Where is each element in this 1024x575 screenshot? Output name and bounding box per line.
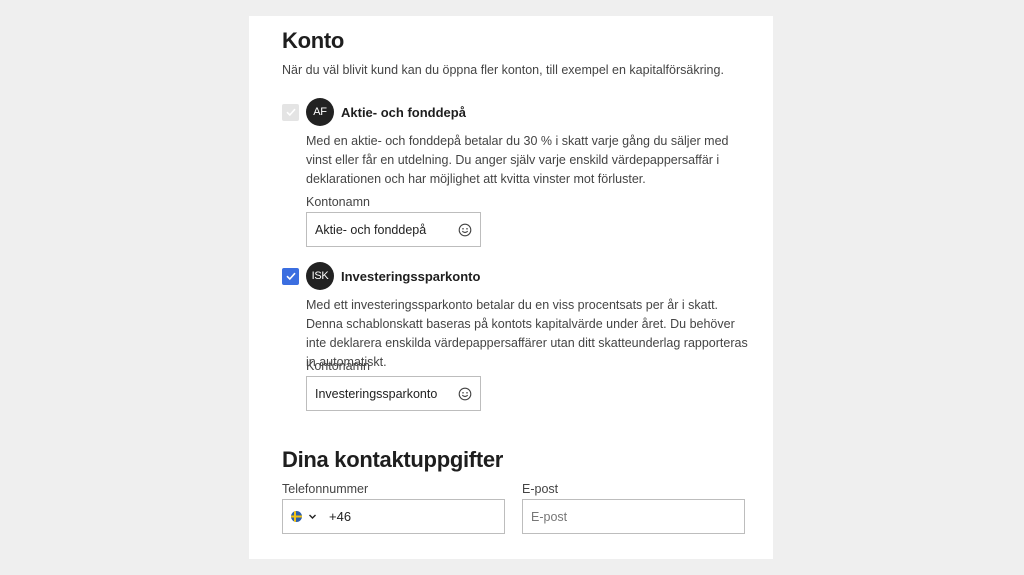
- account-name: Aktie- och fonddepå: [341, 104, 466, 120]
- check-icon: [285, 272, 296, 281]
- chevron-down-icon[interactable]: [308, 512, 317, 521]
- konto-intro: När du väl blivit kund kan du öppna fler…: [282, 63, 724, 77]
- account-badge-af: AF: [306, 98, 334, 126]
- emoji-icon[interactable]: [458, 223, 472, 237]
- account-name-field-label: Kontonamn: [306, 359, 370, 373]
- account-name-input-value: Investeringssparkonto: [315, 386, 438, 401]
- phone-input[interactable]: +46: [282, 499, 505, 534]
- sweden-flag-icon[interactable]: [291, 511, 302, 522]
- phone-prefix: +46: [329, 509, 352, 524]
- account-aktie-fonddepa-checkbox[interactable]: [282, 103, 299, 121]
- email-placeholder: E-post: [531, 509, 568, 524]
- account-badge-isk: ISK: [306, 262, 334, 290]
- emoji-icon[interactable]: [458, 387, 472, 401]
- account-name-input-isk[interactable]: Investeringssparkonto: [306, 376, 481, 411]
- check-icon: [285, 108, 296, 117]
- account-name-field-label: Kontonamn: [306, 195, 370, 209]
- account-description: Med en aktie- och fonddepå betalar du 30…: [306, 134, 729, 186]
- phone-label: Telefonnummer: [282, 482, 369, 496]
- account-aktie-fonddepa: AF Aktie- och fonddepå: [282, 98, 466, 126]
- contact-title: Dina kontaktuppgifter: [282, 447, 504, 472]
- account-isk-checkbox[interactable]: [282, 267, 299, 285]
- account-name: Investeringssparkonto: [341, 268, 481, 284]
- email-input[interactable]: E-post: [522, 499, 745, 534]
- form-card: Konto När du väl blivit kund kan du öppn…: [249, 16, 773, 559]
- account-name-input-value: Aktie- och fonddepå: [315, 222, 427, 237]
- account-name-input-af[interactable]: Aktie- och fonddepå: [306, 212, 481, 247]
- account-description: Med ett investeringssparkonto betalar du…: [306, 298, 748, 369]
- account-isk: ISK Investeringssparkonto: [282, 262, 480, 290]
- konto-title: Konto: [282, 28, 345, 53]
- email-label: E-post: [522, 482, 559, 496]
